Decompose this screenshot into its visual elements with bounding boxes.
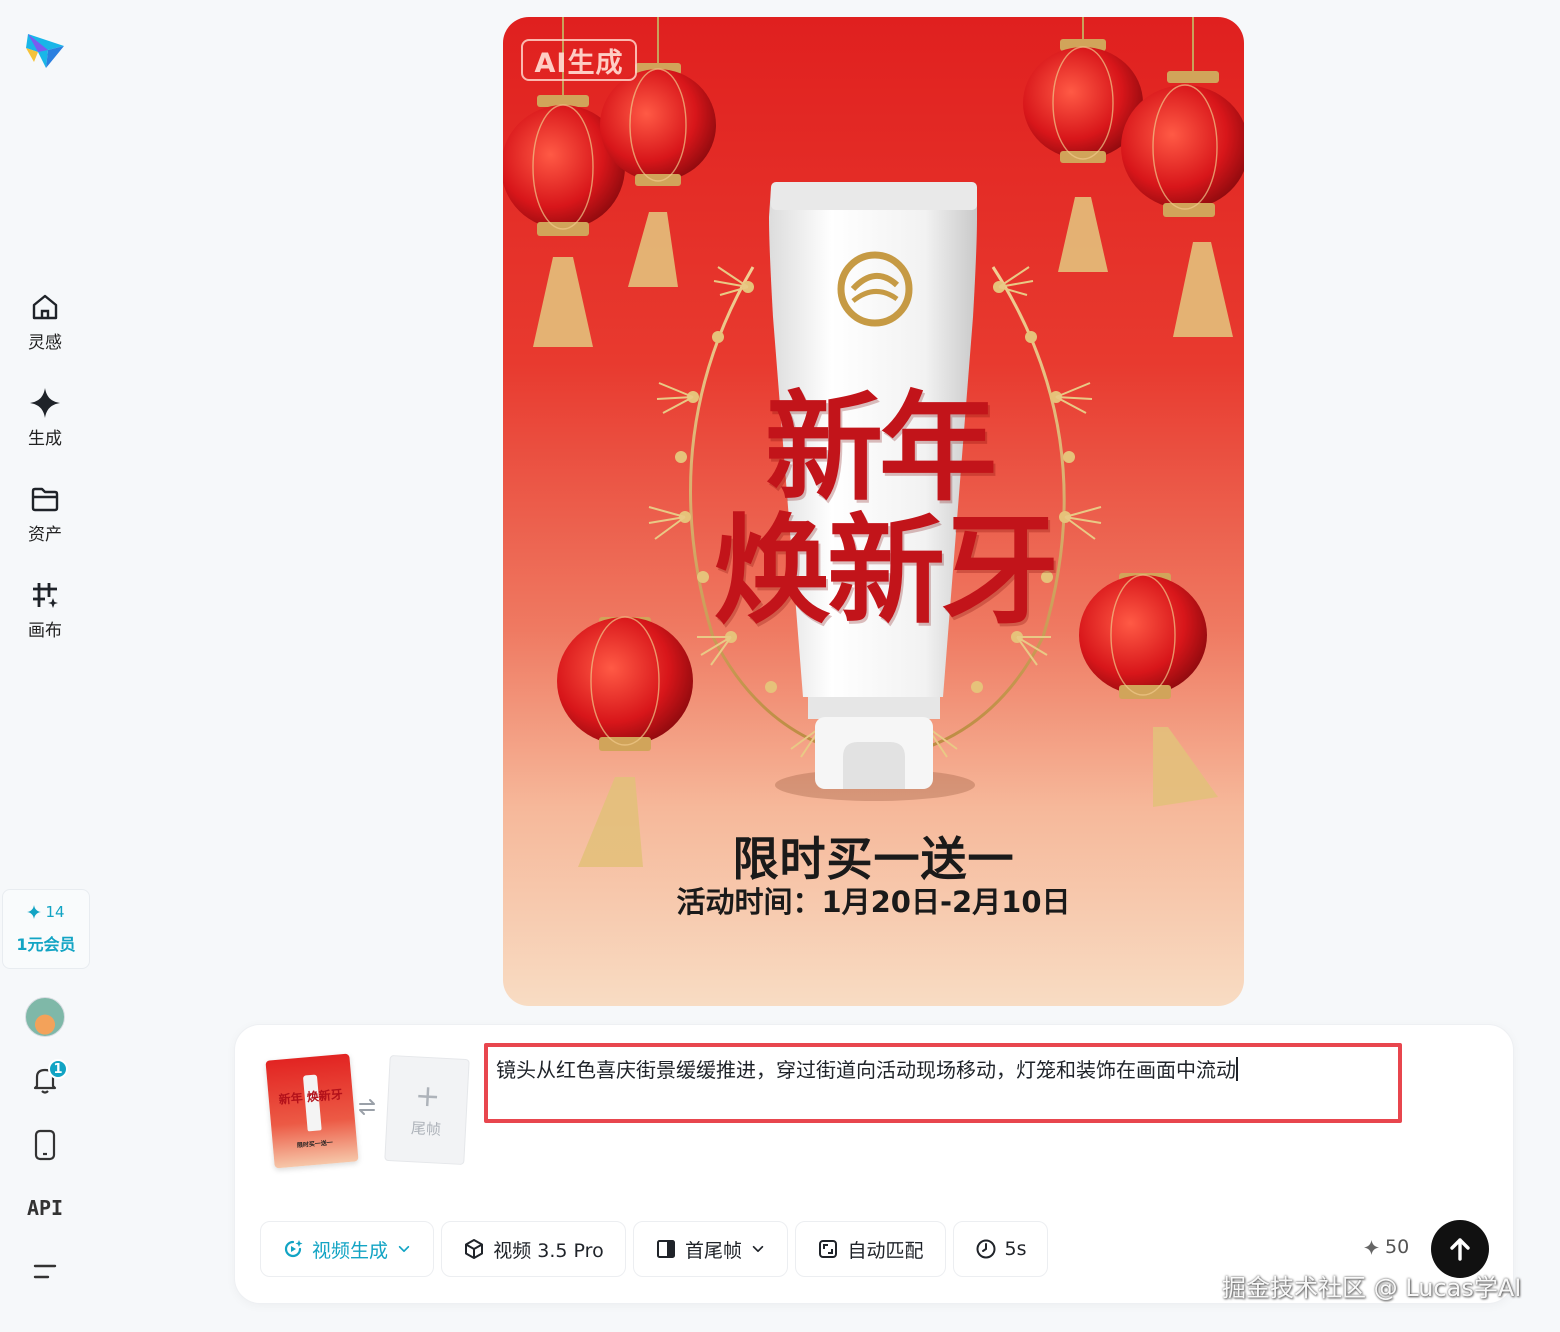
prompt-text: 镜头从红色喜庆街景缓缓推进，穿过街道向活动现场移动，灯笼和装饰在画面中流动 [496, 1058, 1236, 1082]
member-credits: 14 [27, 903, 65, 921]
generation-cost: 50 [1364, 1236, 1409, 1258]
thumbnail-subtitle: 限时买一送一 [296, 1139, 334, 1150]
text-caret [1236, 1057, 1238, 1081]
video-generate-icon [284, 1240, 303, 1258]
sparkle-icon [1364, 1239, 1379, 1255]
poster-headline-line2: 焕新牙 [713, 501, 1059, 640]
chevron-down-icon [752, 1245, 764, 1253]
member-credits-value: 14 [45, 903, 65, 921]
swap-icon[interactable] [356, 1096, 378, 1118]
generation-cost-value: 50 [1385, 1236, 1410, 1258]
canvas-icon [33, 583, 58, 608]
prompt-text-wrapper: 镜头从红色喜庆街景缓缓推进，穿过街道向活动现场移动，灯笼和装饰在画面中流动 [496, 1055, 1392, 1085]
nav-canvas[interactable]: 画布 [0, 578, 90, 648]
first-frame-thumbnail[interactable]: 新年 焕新牙 限时买一送一 [265, 1053, 359, 1169]
nav-inspiration-label: 灵感 [28, 333, 62, 353]
sidebar: 灵感 生成 资产 画布 14 1元会员 1 API [0, 0, 90, 1332]
menu-icon[interactable] [30, 1260, 60, 1284]
nav-canvas-label: 画布 [28, 621, 62, 641]
aspect-ratio-icon [819, 1240, 838, 1258]
model-selector-button[interactable]: 视频 3.5 Pro [441, 1221, 626, 1277]
chevron-down-icon [398, 1245, 410, 1253]
generated-poster[interactable]: AI生成 新年 焕新牙 限时买一送一 活动时间：1月20日-2月10日 [503, 17, 1244, 1006]
clock-icon [976, 1239, 995, 1259]
watermark: 掘金技术社区 @ Lucas学AI [1222, 1274, 1522, 1302]
mode-selector-button[interactable]: 视频生成 [260, 1221, 434, 1277]
frame-mode-button[interactable]: 首尾帧 [633, 1221, 788, 1277]
nav-assets-label: 资产 [28, 525, 62, 545]
cube-icon [465, 1239, 484, 1259]
api-link[interactable]: API [0, 1196, 90, 1220]
duration-button[interactable]: 5s [953, 1221, 1048, 1277]
poster-promo-date: 活动时间：1月20日-2月10日 [676, 885, 1071, 919]
aspect-ratio-label: 自动匹配 [847, 1239, 924, 1262]
notification-badge: 1 [48, 1059, 68, 1079]
app-logo[interactable] [22, 28, 68, 74]
mobile-icon[interactable] [30, 1128, 60, 1162]
arrow-up-icon [1450, 1238, 1470, 1261]
frame-icon [656, 1240, 675, 1258]
frame-mode-label: 首尾帧 [684, 1239, 742, 1262]
nav-inspiration[interactable]: 灵感 [0, 290, 90, 360]
nav-generate[interactable]: 生成 [0, 386, 90, 456]
duration-label: 5s [1004, 1238, 1027, 1260]
model-selector-label: 视频 3.5 Pro [493, 1239, 604, 1262]
nav-generate-label: 生成 [28, 429, 62, 449]
home-icon [32, 294, 58, 320]
mode-selector-label: 视频生成 [311, 1239, 388, 1262]
plus-icon: + [414, 1077, 442, 1115]
prompt-input[interactable]: 镜头从红色喜庆街景缓缓推进，穿过街道向活动现场移动，灯笼和装饰在画面中流动 [484, 1043, 1402, 1123]
aspect-ratio-button[interactable]: 自动匹配 [795, 1221, 946, 1277]
nav-assets[interactable]: 资产 [0, 482, 90, 552]
last-frame-upload[interactable]: + 尾帧 [384, 1054, 470, 1166]
sparkle-icon [27, 905, 42, 919]
avatar[interactable] [25, 997, 65, 1037]
member-label: 1元会员 [16, 935, 76, 954]
member-card[interactable]: 14 1元会员 [2, 889, 90, 969]
last-frame-label: 尾帧 [410, 1118, 442, 1139]
thumbnail-headline: 新年 焕新牙 [278, 1087, 344, 1107]
folder-icon [31, 487, 59, 512]
ai-generated-badge: AI生成 [521, 39, 637, 81]
sparkle-icon [30, 388, 60, 418]
